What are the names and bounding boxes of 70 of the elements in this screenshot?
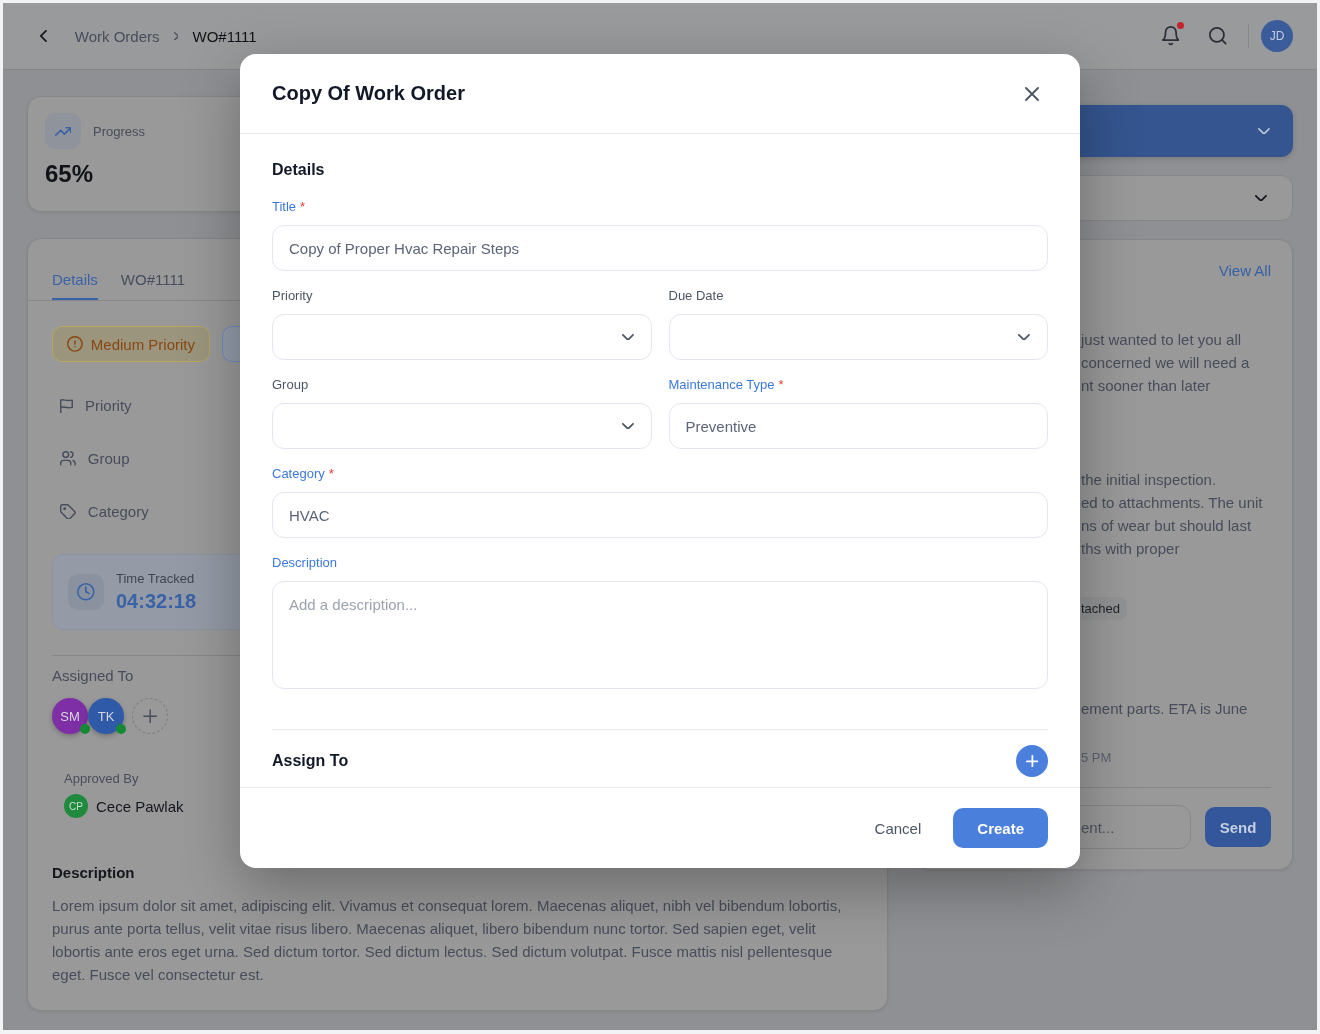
property-label: Category [87,503,149,520]
field-label: Due Date [668,288,724,304]
comment-text: concerned we will need a [1081,353,1250,373]
property-label: Priority [84,397,132,414]
clock-icon [68,574,104,610]
time-tracked-label: Time Tracked [116,571,196,587]
text-field[interactable]: HVAC [272,492,1048,538]
description-text: Lorem ipsum dolor sit amet, adipiscing elit. Vivamus et consequat lorem. Maecenas aliquet, nibh vel bibendum lobortis, purus ante porta tellus, velit vitae risus libero. Maecenas aliquet, libero bibendum nunc tortor. Sed sapien eget, velit lobortis ante eros eget urna. Sed dictum tortor. Sed dictum lectus. Sed dictum volutpat. Fusce mattis nisl pellentesque eget. Fusce vel consectetur est. [52,896,843,985]
text-field[interactable]: Copy of Proper Hvac Repair Steps [272,225,1048,271]
breadcrumb-current: WO#1111 [192,27,257,45]
priority-label: Medium Priority [90,335,195,353]
section-heading: Assign To [272,752,349,770]
chevron-down-icon [621,333,634,341]
user-avatar: TK [88,698,124,734]
comment-text: the initial inspection. [1081,470,1217,490]
tab[interactable]: WO#1111 [120,239,186,300]
field-label: Description [272,555,338,571]
trending-up-icon [45,113,81,149]
progress-label: Progress [93,123,146,139]
user-avatar: CP [64,794,88,818]
time-tracked-value: 04:32:18 [116,589,197,613]
comment-text: ement parts. ETA is June [1081,699,1248,719]
comment-text: ths with proper [1081,539,1180,559]
field-label: Priority [272,288,313,304]
description-field[interactable]: Add a description... [272,581,1048,689]
property-label: Group [87,450,130,467]
chevron-down-icon [1258,127,1270,135]
field-label: Maintenance Type [668,377,775,393]
add-assignee-button[interactable] [1016,745,1048,777]
create-button[interactable]: Create [953,808,1048,848]
chevron-down-icon [621,422,634,430]
required-mark: * [300,199,306,215]
breadcrumb-link[interactable]: Work Orders [74,27,160,45]
send-button[interactable]: Send [1205,807,1271,847]
plus-icon [1025,754,1039,768]
approved-by-label: Approved By [64,771,140,787]
plus-icon [142,708,158,724]
bell-icon [1161,26,1180,46]
chevron-right-icon [173,31,179,41]
progress-value: 65% [45,160,95,188]
comment-text: nt sooner than later [1081,376,1211,396]
search-button[interactable] [1209,27,1227,45]
section-heading: Details [272,160,326,180]
back-button[interactable] [40,30,47,42]
users-icon [60,451,76,466]
required-mark: * [328,466,334,482]
alert-circle-icon [67,336,83,352]
flag-icon [60,397,73,414]
chevron-left-icon [40,30,47,42]
text-field[interactable]: Preventive [668,403,1048,449]
user-avatar[interactable]: JD [1261,20,1293,52]
chevron-down-icon [1018,333,1030,341]
approver-name: Cece Pawlak [96,797,184,815]
assigned-label: Assigned To [52,666,135,686]
required-mark: * [778,377,784,393]
comment-text: just wanted to let you all [1081,330,1242,350]
close-icon [1025,86,1039,101]
attachment-chip[interactable]: tached [1081,596,1128,620]
chevron-down-icon [1255,194,1267,202]
comment-text: ed to attachments. The unit [1081,493,1263,513]
cancel-button[interactable]: Cancel [858,808,938,848]
modal-title: Copy Of Work Order [272,82,465,105]
description-heading: Description [52,864,136,882]
field-label: Title [272,199,297,215]
field-label: Category [272,466,325,482]
tag-icon [60,503,76,520]
search-icon [1209,27,1227,45]
field-label: Group [272,377,309,393]
user-avatar: SM [52,698,88,734]
comment-text: ns of wear but should last [1081,516,1252,536]
